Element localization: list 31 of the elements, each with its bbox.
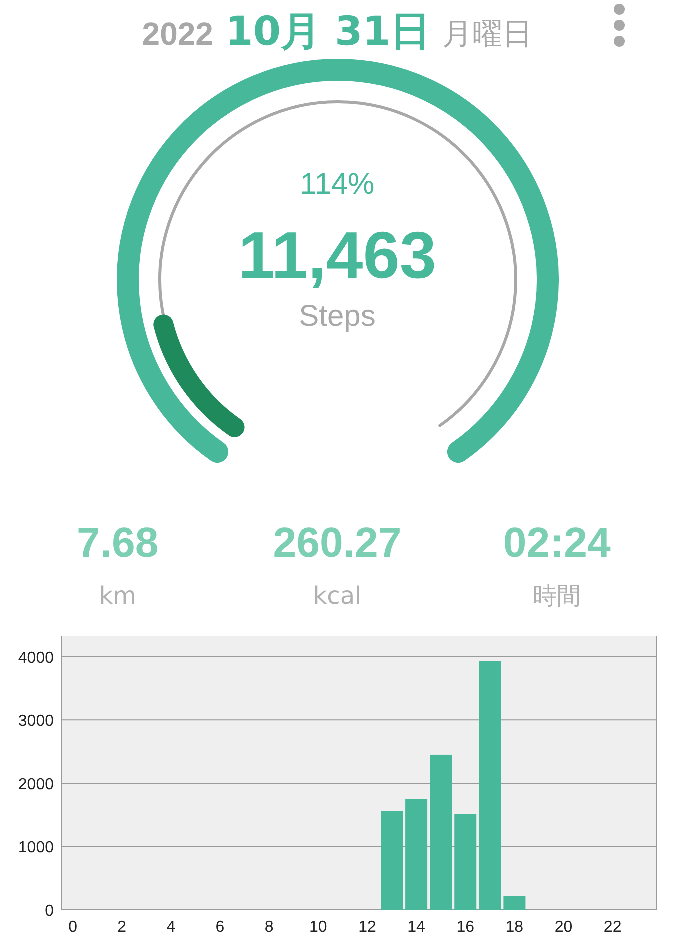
x-tick-label: 12 <box>358 919 376 936</box>
x-tick-label: 14 <box>408 919 426 936</box>
percent-text: 114% <box>300 170 375 200</box>
year-text: 2022 <box>142 18 214 50</box>
date-text: 10月 31日 <box>225 12 431 52</box>
y-tick-label: 3000 <box>18 713 54 730</box>
steps-count: 11,463 <box>238 222 437 288</box>
x-tick-label: 20 <box>554 919 573 936</box>
weekday-text: 月曜日 <box>442 20 533 50</box>
stat-label: 時間 <box>533 584 582 608</box>
stat-label: km <box>99 584 136 608</box>
x-tick-label: 18 <box>506 919 524 936</box>
x-tick-label: 4 <box>166 919 176 936</box>
y-tick-label: 4000 <box>18 650 54 667</box>
x-tick-label: 10 <box>310 919 328 936</box>
more-menu-icon[interactable] <box>614 4 625 47</box>
y-tick-label: 1000 <box>18 840 54 857</box>
stat-value: 260.27 <box>273 522 402 564</box>
hourly-bar <box>504 896 526 910</box>
x-tick-label: 16 <box>456 919 475 936</box>
stat-value: 7.68 <box>76 522 159 564</box>
x-tick-label: 0 <box>68 919 78 936</box>
x-tick-label: 8 <box>264 919 274 936</box>
x-tick-label: 6 <box>216 919 225 936</box>
y-tick-label: 2000 <box>18 776 54 794</box>
steps-label: Steps <box>299 302 376 332</box>
x-tick-label: 22 <box>604 919 622 936</box>
stat-value: 02:24 <box>503 522 611 564</box>
stat-label: kcal <box>313 584 362 608</box>
y-tick-label: 0 <box>45 903 54 920</box>
x-tick-label: 2 <box>118 919 127 936</box>
